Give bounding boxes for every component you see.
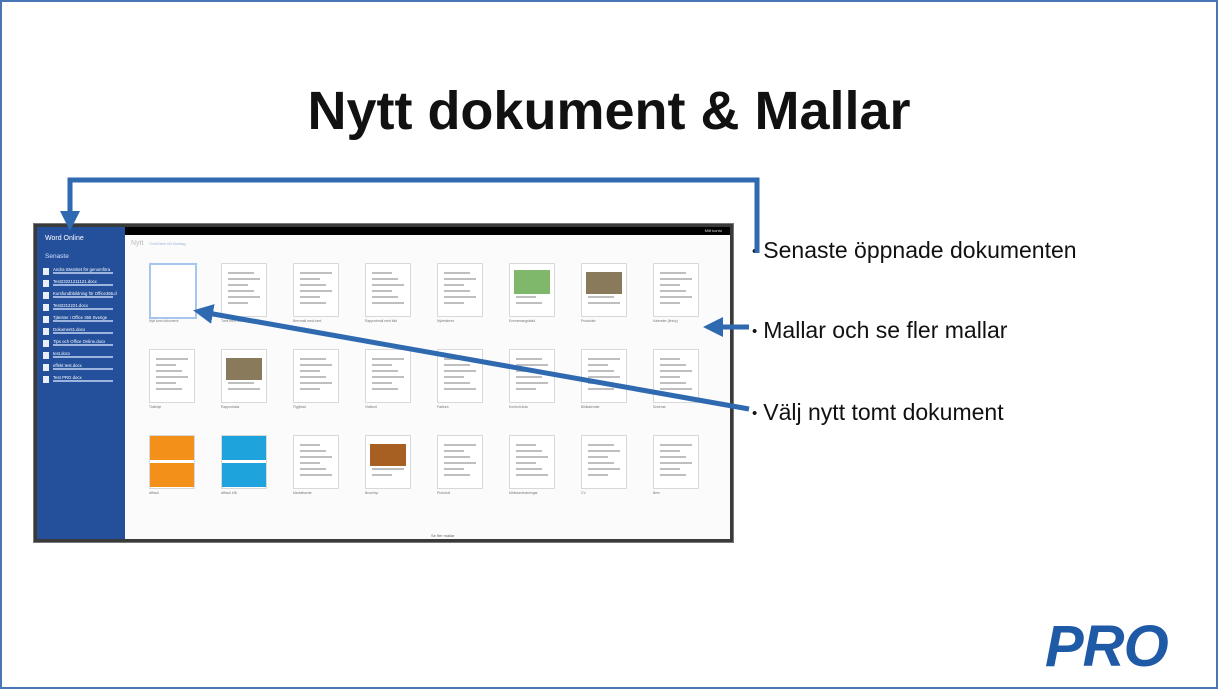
arrow-recent (60, 177, 760, 253)
annotation-arrows (60, 177, 760, 412)
arrow-blank (193, 304, 750, 412)
